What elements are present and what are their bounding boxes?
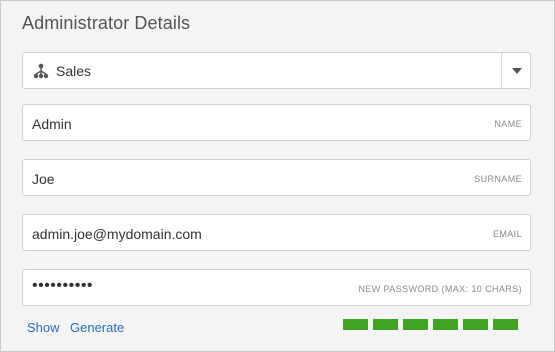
strength-segment bbox=[493, 319, 518, 330]
strength-segment bbox=[343, 319, 368, 330]
surname-field[interactable]: Joe SURNAME bbox=[22, 159, 531, 196]
strength-segment bbox=[373, 319, 398, 330]
strength-segment bbox=[433, 319, 458, 330]
org-chart-icon bbox=[33, 63, 49, 79]
department-select[interactable]: Sales bbox=[22, 52, 531, 89]
surname-value: Joe bbox=[32, 171, 55, 187]
name-field[interactable]: Admin NAME bbox=[22, 104, 531, 141]
password-masked-value: •••••••••• bbox=[32, 277, 94, 294]
password-hint: NEW PASSWORD (MAX: 10 CHARS) bbox=[358, 284, 522, 294]
password-field[interactable]: •••••••••• NEW PASSWORD (MAX: 10 CHARS) bbox=[22, 269, 531, 306]
surname-hint: SURNAME bbox=[474, 174, 522, 184]
email-value: admin.joe@mydomain.com bbox=[32, 226, 202, 242]
panel-title: Administrator Details bbox=[22, 13, 191, 33]
chevron-down-icon[interactable] bbox=[512, 68, 522, 74]
name-hint: NAME bbox=[494, 119, 522, 129]
strength-segment bbox=[463, 319, 488, 330]
generate-password-link[interactable]: Generate bbox=[70, 320, 124, 335]
department-value: Sales bbox=[56, 63, 92, 79]
show-password-link[interactable]: Show bbox=[27, 320, 60, 335]
name-value: Admin bbox=[32, 116, 72, 132]
strength-segment bbox=[403, 319, 428, 330]
email-field[interactable]: admin.joe@mydomain.com EMAIL bbox=[22, 214, 531, 251]
administrator-details-panel: Administrator Details Sales Admin NAME J… bbox=[0, 0, 555, 352]
select-divider bbox=[501, 53, 502, 88]
email-hint: EMAIL bbox=[492, 229, 522, 239]
